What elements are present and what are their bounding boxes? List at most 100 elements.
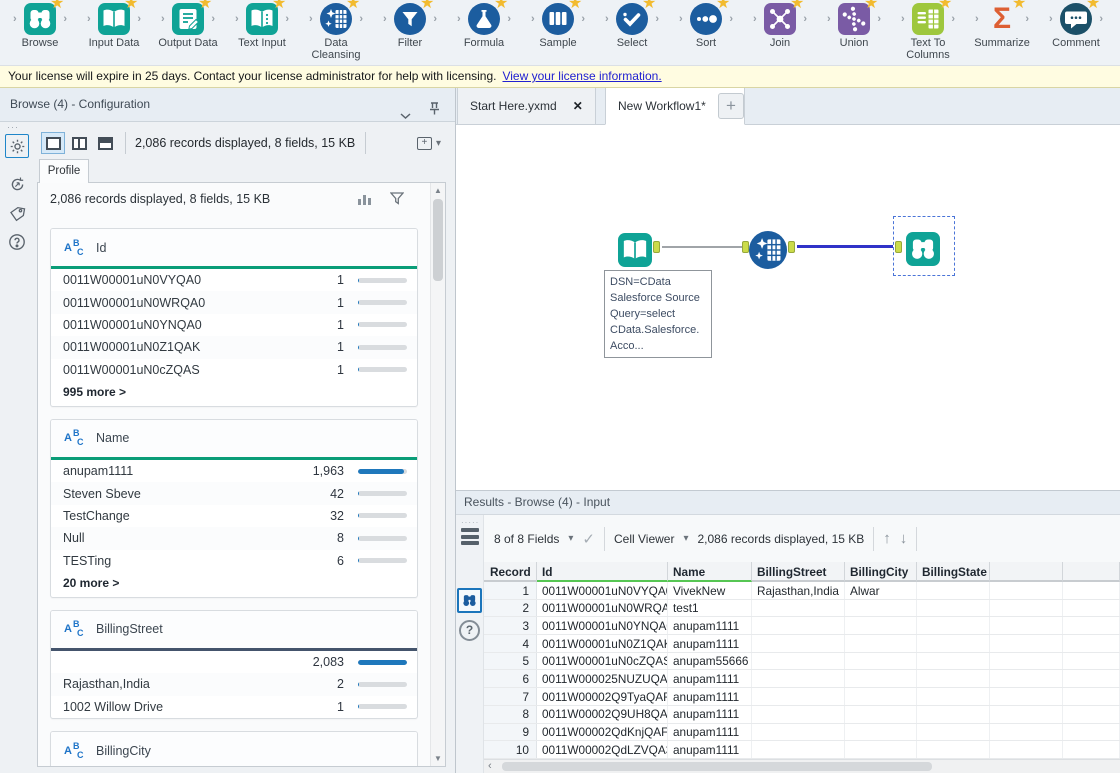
tool-sort[interactable]: ››★Sort bbox=[669, 0, 743, 65]
tool-annotation[interactable]: DSN=CDataSalesforce SourceQuery=selectCD… bbox=[604, 270, 712, 358]
data-cell[interactable] bbox=[917, 706, 990, 723]
tool-browse[interactable]: ››★Browse bbox=[3, 0, 77, 65]
record-number-cell[interactable]: 5 bbox=[484, 653, 537, 670]
data-cell[interactable] bbox=[1063, 600, 1120, 617]
column-header-empty[interactable] bbox=[1063, 562, 1120, 582]
browse-view-icon[interactable] bbox=[457, 588, 482, 613]
data-cell[interactable]: 0011W00002Q9TyaQAF bbox=[537, 688, 668, 705]
record-number-cell[interactable]: 7 bbox=[484, 688, 537, 705]
table-row[interactable]: 40011W00001uN0Z1QAKanupam1111 bbox=[484, 635, 1120, 653]
workflow-tab[interactable]: Start Here.yxmd ✕ bbox=[457, 88, 596, 125]
data-cell[interactable] bbox=[917, 741, 990, 758]
scrollbar-thumb[interactable] bbox=[433, 199, 443, 281]
close-tab-icon[interactable]: ✕ bbox=[573, 99, 583, 113]
tag-icon[interactable] bbox=[5, 202, 29, 226]
value-row[interactable]: Steven Sbeve 42 bbox=[51, 482, 417, 504]
cell-viewer-selector[interactable]: Cell Viewer bbox=[614, 532, 674, 546]
data-cell[interactable]: anupam1111 bbox=[668, 688, 752, 705]
output-anchor[interactable] bbox=[653, 241, 660, 253]
data-cell[interactable] bbox=[990, 724, 1063, 741]
more-values-link[interactable]: 995 more > bbox=[51, 381, 417, 406]
data-cell[interactable] bbox=[845, 653, 917, 670]
tool-text-input[interactable]: ››★Text Input bbox=[225, 0, 299, 65]
data-cell[interactable] bbox=[752, 741, 845, 758]
value-row[interactable]: 0011W00001uN0cZQAS 1 bbox=[51, 359, 417, 381]
workflow-canvas[interactable]: DSN=CDataSalesforce SourceQuery=selectCD… bbox=[456, 125, 1120, 490]
value-row[interactable]: TestChange 32 bbox=[51, 505, 417, 527]
data-cell[interactable]: 0011W00002Q9UH8QAN bbox=[537, 706, 668, 723]
data-cell[interactable]: 0011W000025NUZUQA4 bbox=[537, 670, 668, 687]
drag-handle-dots[interactable]: ····· bbox=[461, 518, 479, 527]
data-cell[interactable] bbox=[917, 582, 990, 599]
data-cell[interactable]: anupam55666 bbox=[668, 653, 752, 670]
table-row[interactable]: 30011W00001uN0YNQA0anupam1111 bbox=[484, 617, 1120, 635]
column-header-empty[interactable] bbox=[990, 562, 1063, 582]
caret-down-icon[interactable]: ▾ bbox=[568, 533, 573, 544]
table-row[interactable]: 20011W00001uN0WRQA0test1 bbox=[484, 600, 1120, 618]
field-card-header[interactable]: ABC BillingStreet bbox=[51, 611, 417, 648]
scroll-down-icon[interactable]: ▼ bbox=[431, 754, 445, 763]
data-cell[interactable] bbox=[1063, 706, 1120, 723]
table-row[interactable]: 80011W00002Q9UH8QANanupam1111 bbox=[484, 706, 1120, 724]
data-cell[interactable]: 0011W00002QdKnjQAF bbox=[537, 724, 668, 741]
data-cell[interactable]: Rajasthan,India bbox=[752, 582, 845, 599]
data-cell[interactable] bbox=[917, 635, 990, 652]
license-info-link[interactable]: View your license information. bbox=[502, 69, 661, 83]
scrollbar-thumb[interactable] bbox=[502, 762, 932, 771]
field-card-header[interactable]: ABC Id bbox=[51, 229, 417, 266]
value-row[interactable]: Null 8 bbox=[51, 527, 417, 549]
data-cell[interactable] bbox=[1063, 635, 1120, 652]
data-cell[interactable] bbox=[1063, 653, 1120, 670]
data-cell[interactable] bbox=[990, 617, 1063, 634]
tool-comment[interactable]: ››★Comment bbox=[1039, 0, 1113, 65]
data-cell[interactable] bbox=[990, 582, 1063, 599]
record-number-cell[interactable]: 3 bbox=[484, 617, 537, 634]
data-cell[interactable] bbox=[990, 600, 1063, 617]
value-row[interactable]: 2,083 bbox=[51, 651, 417, 673]
data-cell[interactable]: 0011W00001uN0Z1QAK bbox=[537, 635, 668, 652]
input-anchor[interactable] bbox=[742, 241, 749, 253]
scroll-left-icon[interactable]: ‹ bbox=[488, 760, 492, 773]
data-cleansing-tool-node[interactable] bbox=[749, 228, 787, 269]
browse-tool-node[interactable] bbox=[906, 229, 940, 266]
value-row[interactable]: TESTing 6 bbox=[51, 550, 417, 572]
field-card-header[interactable]: ABC BillingCity bbox=[51, 732, 417, 766]
field-card-header[interactable]: ABC Name bbox=[51, 420, 417, 457]
record-number-cell[interactable]: 1 bbox=[484, 582, 537, 599]
table-view-icon[interactable] bbox=[461, 528, 479, 548]
data-cell[interactable]: anupam1111 bbox=[668, 724, 752, 741]
data-cell[interactable] bbox=[917, 670, 990, 687]
scroll-top-icon[interactable]: ↑ bbox=[883, 530, 891, 547]
data-cell[interactable] bbox=[1063, 670, 1120, 687]
data-cell[interactable]: anupam1111 bbox=[668, 635, 752, 652]
column-header-name[interactable]: Name bbox=[668, 562, 752, 582]
record-number-cell[interactable]: 2 bbox=[484, 600, 537, 617]
caret-down-icon[interactable]: ▾ bbox=[683, 533, 688, 544]
data-cell[interactable] bbox=[845, 635, 917, 652]
column-header-billingstate[interactable]: BillingState bbox=[917, 562, 990, 582]
data-cell[interactable] bbox=[1063, 741, 1120, 758]
caret-down-icon[interactable]: ▾ bbox=[436, 138, 441, 149]
data-cell[interactable]: Alwar bbox=[845, 582, 917, 599]
tool-filter[interactable]: ››★Filter bbox=[373, 0, 447, 65]
layout-two-rows-button[interactable] bbox=[93, 132, 117, 154]
horizontal-scrollbar[interactable]: ‹ bbox=[484, 759, 1120, 773]
data-cell[interactable] bbox=[1063, 582, 1120, 599]
data-cell[interactable] bbox=[845, 688, 917, 705]
data-cell[interactable]: VivekNew bbox=[668, 582, 752, 599]
value-row[interactable]: 0011W00001uN0VYQA0 1 bbox=[51, 269, 417, 291]
record-number-cell[interactable]: 8 bbox=[484, 706, 537, 723]
data-cell[interactable]: 0011W00001uN0cZQAS bbox=[537, 653, 668, 670]
tool-join[interactable]: ››★Join bbox=[743, 0, 817, 65]
tool-text-to-columns[interactable]: ››★Text To Columns bbox=[891, 0, 965, 65]
value-row[interactable]: 0011W00001uN0Z1QAK 1 bbox=[51, 336, 417, 358]
record-number-cell[interactable]: 10 bbox=[484, 741, 537, 758]
table-row[interactable]: 10011W00001uN0VYQA0VivekNewRajasthan,Ind… bbox=[484, 582, 1120, 600]
data-cell[interactable] bbox=[990, 706, 1063, 723]
input-data-tool-node[interactable] bbox=[618, 230, 652, 267]
tool-sample[interactable]: ››★Sample bbox=[521, 0, 595, 65]
data-cell[interactable] bbox=[917, 600, 990, 617]
tool-input-data[interactable]: ››★Input Data bbox=[77, 0, 151, 65]
scroll-bottom-icon[interactable]: ↓ bbox=[900, 530, 908, 547]
data-cell[interactable] bbox=[752, 617, 845, 634]
